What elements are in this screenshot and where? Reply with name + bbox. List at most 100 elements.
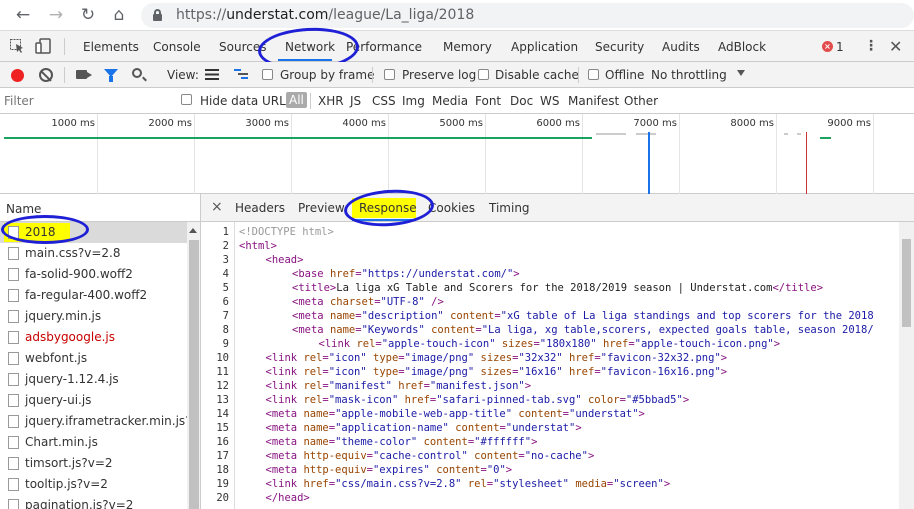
code-line: <meta name="description" content="xG tab…: [292, 310, 874, 322]
lock-icon: [153, 9, 162, 21]
chevron-down-icon[interactable]: [737, 70, 745, 76]
filter-type-other[interactable]: Other: [624, 94, 658, 108]
hide-data-urls-checkbox[interactable]: [181, 94, 192, 105]
url-path: /league/La_liga/2018: [328, 7, 475, 23]
filter-funnel-icon[interactable]: [104, 69, 118, 82]
request-row[interactable]: jquery-1.12.4.js: [0, 369, 187, 390]
request-name: pagination.js?v=2: [25, 498, 134, 509]
error-icon[interactable]: ×: [822, 41, 833, 52]
filter-type-css[interactable]: CSS: [372, 94, 396, 108]
code-line: <meta name="theme-color" content="#fffff…: [265, 436, 538, 448]
filter-type-font[interactable]: Font: [475, 94, 501, 108]
code-line: <link rel="icon" type="image/png" sizes=…: [265, 366, 728, 378]
scroll-up-arrow-icon[interactable]: [189, 228, 197, 233]
tab-console[interactable]: Console: [153, 40, 201, 54]
forward-arrow-icon[interactable]: →: [45, 4, 67, 26]
tab-elements[interactable]: Elements: [83, 40, 139, 54]
line-number: 10: [216, 352, 229, 364]
line-number: 11: [216, 366, 229, 378]
filter-type-media[interactable]: Media: [432, 94, 468, 108]
search-icon[interactable]: [132, 68, 142, 78]
response-source-view[interactable]: 1 2 3 4 5 6 7 8 9 10 11 12 13 14 15 16 17 18 19 20 <!DOCTYP…: [201, 222, 899, 509]
tick-label: 5000 ms: [439, 118, 483, 129]
reload-icon[interactable]: ↻: [77, 4, 99, 26]
tab-security[interactable]: Security: [595, 40, 644, 54]
large-rows-icon[interactable]: [205, 69, 219, 80]
filter-type-xhr[interactable]: XHR: [318, 94, 344, 108]
file-icon: [8, 457, 19, 470]
line-number: 7: [222, 310, 229, 322]
request-row[interactable]: tooltip.js?v=2: [0, 474, 187, 495]
divider: [578, 67, 579, 83]
line-number: 5: [222, 282, 229, 294]
device-toolbar-icon[interactable]: [35, 38, 51, 54]
request-bar: [636, 133, 656, 135]
record-icon[interactable]: [11, 69, 24, 82]
request-row[interactable]: webfont.js: [0, 348, 187, 369]
scrollbar-thumb[interactable]: [189, 240, 199, 509]
back-arrow-icon[interactable]: ←: [12, 4, 34, 26]
file-icon: [8, 415, 19, 428]
request-row[interactable]: main.css?v=2.8: [0, 243, 187, 264]
url-field[interactable]: https://understat.com/league/La_liga/201…: [141, 3, 914, 28]
filter-type-all[interactable]: All: [286, 92, 307, 108]
line-number: 14: [216, 408, 229, 420]
request-row[interactable]: jquery.min.js: [0, 306, 187, 327]
line-number: 6: [222, 296, 229, 308]
line-number: 9: [222, 338, 229, 350]
inspect-element-icon[interactable]: [10, 39, 24, 53]
request-row[interactable]: jquery-ui.js: [0, 390, 187, 411]
url-host: understat.com: [226, 7, 329, 23]
scrollbar-thumb[interactable]: [902, 239, 911, 327]
hide-data-urls-label: Hide data URLs: [200, 94, 293, 108]
tab-adblock[interactable]: AdBlock: [718, 40, 766, 54]
offline-checkbox[interactable]: [588, 69, 599, 80]
group-by-frame-checkbox[interactable]: [262, 69, 273, 80]
request-row[interactable]: fa-regular-400.woff2: [0, 285, 187, 306]
code-line: <head>: [265, 254, 304, 266]
screenshot-camera-icon[interactable]: [76, 70, 92, 79]
error-count[interactable]: 1: [836, 40, 844, 54]
tab-memory[interactable]: Memory: [443, 40, 492, 54]
throttling-select[interactable]: No throttling: [651, 68, 727, 82]
request-row[interactable]: adsbygoogle.js: [0, 327, 187, 348]
request-row[interactable]: timsort.js?v=2: [0, 453, 187, 474]
tab-preview[interactable]: Preview: [298, 201, 345, 215]
filter-type-doc[interactable]: Doc: [510, 94, 533, 108]
preserve-log-checkbox[interactable]: [384, 69, 395, 80]
close-detail-icon[interactable]: ×: [211, 199, 223, 215]
file-icon: [8, 352, 19, 365]
filter-bar: Hide data URLs All XHR JS CSS Img Media …: [0, 88, 914, 114]
request-row[interactable]: Chart.min.js: [0, 432, 187, 453]
home-icon[interactable]: ⌂: [108, 4, 130, 26]
code-line: <meta http-equiv="expires" content="0">: [265, 464, 513, 476]
tab-timing[interactable]: Timing: [489, 201, 530, 215]
request-row[interactable]: pagination.js?v=2: [0, 495, 187, 509]
waterfall-view-icon[interactable]: [234, 69, 248, 80]
filter-type-manifest[interactable]: Manifest: [568, 94, 619, 108]
close-devtools-icon[interactable]: ✕: [889, 37, 902, 56]
code-line: <meta http-equiv="cache-control" content…: [265, 450, 595, 462]
tab-cookies[interactable]: Cookies: [428, 201, 475, 215]
request-row[interactable]: fa-solid-900.woff2: [0, 264, 187, 285]
tab-audits[interactable]: Audits: [662, 40, 700, 54]
filter-type-js[interactable]: JS: [350, 94, 361, 108]
filter-type-ws[interactable]: WS: [540, 94, 559, 108]
tick-label: 8000 ms: [730, 118, 774, 129]
filter-type-img[interactable]: Img: [402, 94, 425, 108]
clear-icon[interactable]: [39, 68, 53, 82]
filter-input[interactable]: [4, 92, 170, 110]
tab-headers[interactable]: Headers: [235, 201, 285, 215]
disable-cache-checkbox[interactable]: [478, 69, 489, 80]
more-options-icon[interactable]: ⋮: [864, 39, 878, 55]
url-scheme: https://: [176, 7, 227, 23]
request-bar: [784, 133, 788, 135]
request-row[interactable]: jquery.iframetracker.min.js?v=2: [0, 411, 200, 432]
tab-application[interactable]: Application: [511, 40, 578, 54]
line-number: 13: [216, 394, 229, 406]
line-number: 8: [222, 324, 229, 336]
code-line: <link rel="icon" type="image/png" sizes=…: [265, 352, 728, 364]
timeline-overview[interactable]: 1000 ms 2000 ms 3000 ms 4000 ms 5000 ms …: [0, 114, 914, 194]
preserve-log-label: Preserve log: [402, 68, 477, 82]
request-name: jquery-1.12.4.js: [25, 372, 119, 386]
